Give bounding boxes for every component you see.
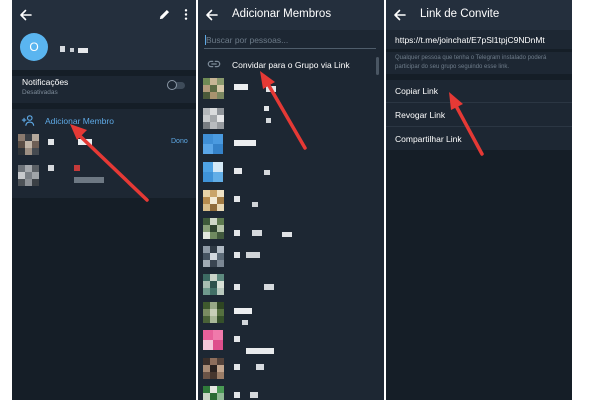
row-divider [386,102,572,103]
owner-badge: Dono [171,138,188,145]
add-members-panel: Adicionar Membros Buscar por pessoas... … [198,0,384,400]
invite-link-url[interactable]: https://t.me/joinchat/E7pSl1tpjC9NDnMt [395,35,545,45]
invite-link-hint: Qualquer pessoa que tenha o Telegram ins… [395,55,547,70]
share-link-button[interactable]: Compartilhar Link [386,128,572,150]
notifications-toggle-knob[interactable] [167,80,177,90]
section-separator [12,103,196,109]
section-separator [12,70,196,76]
search-input[interactable]: Buscar por pessoas... [206,35,288,45]
add-members-title: Adicionar Membros [232,8,332,20]
empty-area [386,150,572,400]
more-vertical-icon[interactable] [180,8,192,21]
back-arrow-icon[interactable] [204,7,220,23]
notifications-status: Desativadas [22,89,58,96]
empty-area [12,198,196,400]
group-avatar[interactable]: O [20,33,48,61]
invite-link-title: Link de Convite [420,8,500,20]
back-arrow-icon[interactable] [392,7,408,23]
pencil-icon[interactable] [158,8,171,21]
back-arrow-icon[interactable] [18,7,34,23]
search-underline [204,48,376,49]
revoke-link-button[interactable]: Revogar Link [386,104,572,126]
copy-link-label: Copiar Link [395,86,438,96]
copy-link-button[interactable]: Copiar Link [386,80,572,102]
add-user-icon [21,115,35,126]
add-member-button[interactable]: Adicionar Membro [45,116,114,126]
link-icon [207,60,221,68]
share-link-label: Compartilhar Link [395,134,462,144]
group-info-panel: O Notificações Desativadas Adicionar Mem… [12,0,196,400]
invite-via-link-button[interactable]: Convidar para o Grupo via Link [232,60,350,70]
notifications-label: Notificações [22,77,69,87]
revoke-link-label: Revogar Link [395,110,446,120]
invite-link-panel: Link de Convite https://t.me/joinchat/E7… [386,0,572,400]
section-separator [386,49,572,52]
row-divider [386,126,572,127]
scrollbar-thumb[interactable] [376,57,379,75]
